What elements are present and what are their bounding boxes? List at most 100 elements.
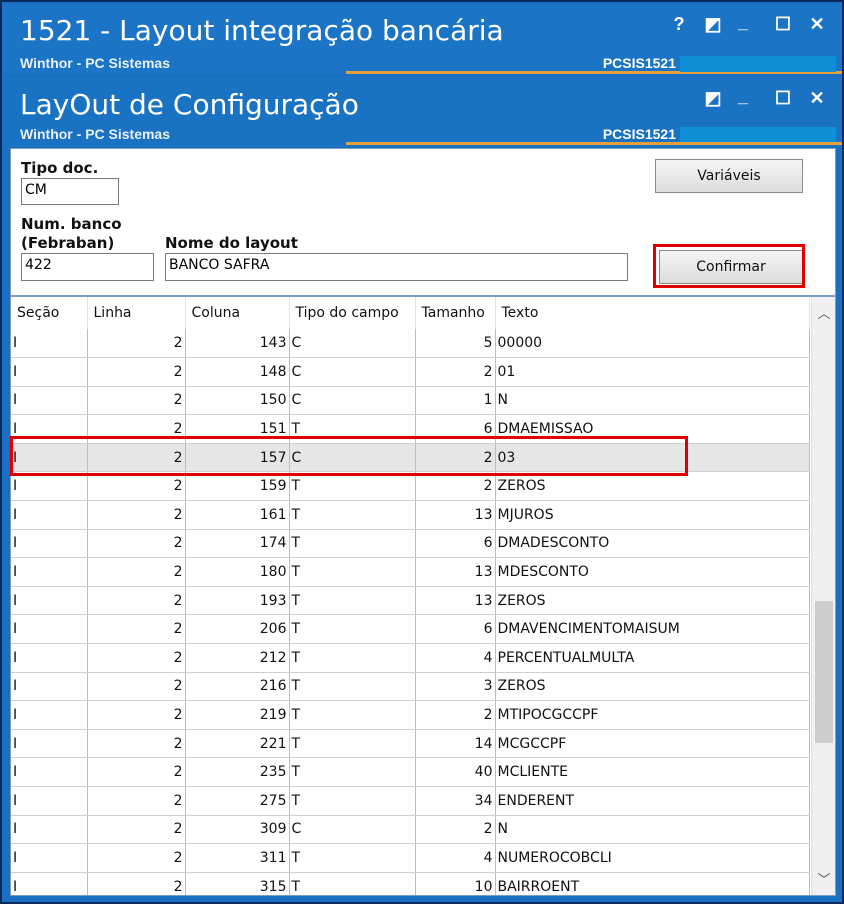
vertical-scrollbar[interactable]: ︿ ﹀ xyxy=(811,297,835,895)
num-banco-input[interactable]: 422 xyxy=(21,253,154,281)
cell-secao: I xyxy=(11,729,88,759)
table-row[interactable]: I 2 206 T 6 DMAVENCIMENTOMAISUM xyxy=(11,614,810,645)
table-row[interactable]: I 2 212 T 4 PERCENTUALMULTA xyxy=(11,643,810,673)
table-row[interactable]: I 2 311 T 4 NUMEROCOBCLI xyxy=(11,843,810,873)
layout-fields-table: Seção Linha Coluna Tipo do campo Tamanho… xyxy=(11,297,810,895)
cell-tipo-campo: T xyxy=(289,557,416,587)
layout-form-panel: Tipo doc. CM Num. banco (Febraban) 422 N… xyxy=(10,148,836,296)
column-header-tipo-campo[interactable]: Tipo do campo xyxy=(289,297,416,329)
cell-coluna: 193 xyxy=(185,586,290,616)
cell-linha: 2 xyxy=(87,643,186,673)
cell-linha: 2 xyxy=(87,843,186,873)
scroll-down-icon[interactable]: ﹀ xyxy=(812,869,835,891)
cell-tipo-campo: T xyxy=(289,700,416,730)
table-row[interactable]: I 2 174 T 6 DMADESCONTO xyxy=(11,529,810,559)
close-icon[interactable]: ✕ xyxy=(806,88,828,109)
table-row[interactable]: I 2 315 T 10 BAIRROENT xyxy=(11,872,810,895)
maximize-icon[interactable]: ☐ xyxy=(772,14,794,35)
minimize-icon[interactable]: _ xyxy=(732,86,754,107)
cell-tamanho: 2 xyxy=(415,357,496,387)
variaveis-button[interactable]: Variáveis xyxy=(655,159,803,193)
accent-block xyxy=(680,56,836,72)
cell-secao: I xyxy=(11,557,88,587)
column-header-linha[interactable]: Linha xyxy=(87,297,186,329)
cell-secao: I xyxy=(11,329,88,359)
table-row[interactable]: I 2 148 C 2 01 xyxy=(11,357,810,387)
cell-tamanho: 2 xyxy=(415,471,496,502)
table-row[interactable]: I 2 193 T 13 ZEROS xyxy=(11,586,810,616)
cell-linha: 2 xyxy=(87,672,186,702)
dialog-subtitle: Winthor - PC Sistemas xyxy=(20,126,171,142)
layout-fields-grid: Seção Linha Coluna Tipo do campo Tamanho… xyxy=(10,296,836,896)
table-header-row: Seção Linha Coluna Tipo do campo Tamanho… xyxy=(11,297,810,329)
cell-tipo-campo: T xyxy=(289,643,416,673)
cell-secao: I xyxy=(11,700,88,730)
close-icon[interactable]: ✕ xyxy=(806,14,828,35)
cell-tamanho: 34 xyxy=(415,786,496,816)
cell-coluna: 309 xyxy=(185,815,290,845)
cell-tipo-campo: T xyxy=(289,786,416,816)
cell-linha: 2 xyxy=(87,529,186,559)
column-header-coluna[interactable]: Coluna xyxy=(185,297,290,329)
scroll-up-icon[interactable]: ︿ xyxy=(812,303,835,325)
application-frame: 1521 - Layout integração bancária Wintho… xyxy=(0,0,844,904)
cell-texto: 01 xyxy=(495,357,810,387)
table-row[interactable]: I 2 159 T 2 ZEROS xyxy=(11,471,810,502)
table-row[interactable]: I 2 309 C 2 N xyxy=(11,815,810,845)
cell-texto: N xyxy=(495,815,810,845)
table-row[interactable]: I 2 143 C 5 00000 xyxy=(11,329,810,359)
table-row[interactable]: I 2 216 T 3 ZEROS xyxy=(11,672,810,702)
nome-layout-input[interactable]: BANCO SAFRA xyxy=(165,253,628,281)
dialog-title: LayOut de Configuração xyxy=(20,88,359,121)
table-row[interactable]: I 2 180 T 13 MDESCONTO xyxy=(11,557,810,587)
main-window-subtitle: Winthor - PC Sistemas xyxy=(20,55,171,71)
cell-tamanho: 2 xyxy=(415,700,496,730)
scrollbar-thumb[interactable] xyxy=(815,601,833,743)
table-row[interactable]: I 2 235 T 40 MCLIENTE xyxy=(11,757,810,787)
main-window-title: 1521 - Layout integração bancária xyxy=(20,14,504,47)
cell-secao: I xyxy=(11,586,88,616)
table-row[interactable]: I 2 219 T 2 MTIPOCGCCPF xyxy=(11,700,810,730)
table-row[interactable]: I 2 150 C 1 N xyxy=(11,386,810,416)
cell-coluna: 148 xyxy=(185,357,290,387)
cell-linha: 2 xyxy=(87,729,186,759)
cell-secao: I xyxy=(11,786,88,816)
cell-linha: 2 xyxy=(87,557,186,587)
cell-texto: MJUROS xyxy=(495,500,810,530)
tipo-doc-input[interactable]: CM xyxy=(21,178,119,205)
maximize-icon[interactable]: ☐ xyxy=(772,88,794,109)
cell-tipo-campo: T xyxy=(289,471,416,502)
cell-secao: I xyxy=(11,471,88,502)
cell-tamanho: 13 xyxy=(415,557,496,587)
column-header-tamanho[interactable]: Tamanho xyxy=(415,297,496,329)
cell-linha: 2 xyxy=(87,471,186,502)
cell-tipo-campo: T xyxy=(289,529,416,559)
cell-tamanho: 13 xyxy=(415,500,496,530)
cell-tipo-campo: C xyxy=(289,815,416,845)
cell-coluna: 315 xyxy=(185,872,290,895)
num-banco-label: Num. banco xyxy=(21,215,122,233)
cell-linha: 2 xyxy=(87,500,186,530)
cell-secao: I xyxy=(11,672,88,702)
cell-secao: I xyxy=(11,500,88,530)
table-row[interactable]: I 2 221 T 14 MCGCCPF xyxy=(11,729,810,759)
cell-tipo-campo: C xyxy=(289,329,416,359)
restore-icon[interactable]: ◩ xyxy=(702,14,724,35)
table-row[interactable]: I 2 275 T 34 ENDERENT xyxy=(11,786,810,816)
cell-linha: 2 xyxy=(87,586,186,616)
minimize-icon[interactable]: _ xyxy=(732,12,754,33)
restore-icon[interactable]: ◩ xyxy=(702,88,724,109)
cell-linha: 2 xyxy=(87,386,186,416)
cell-tamanho: 6 xyxy=(415,614,496,645)
cell-secao: I xyxy=(11,872,88,895)
column-header-secao[interactable]: Seção xyxy=(11,297,88,329)
cell-texto: MDESCONTO xyxy=(495,557,810,587)
column-header-texto[interactable]: Texto xyxy=(495,297,810,329)
cell-tipo-campo: T xyxy=(289,614,416,645)
cell-coluna: 219 xyxy=(185,700,290,730)
cell-coluna: 212 xyxy=(185,643,290,673)
cell-tamanho: 3 xyxy=(415,672,496,702)
table-row[interactable]: I 2 161 T 13 MJUROS xyxy=(11,500,810,530)
cell-linha: 2 xyxy=(87,357,186,387)
help-icon[interactable]: ? xyxy=(668,14,690,35)
